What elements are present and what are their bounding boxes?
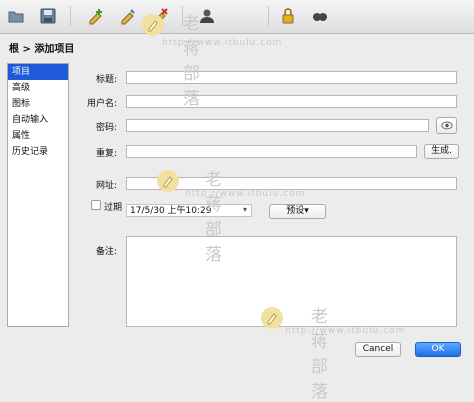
search-icon[interactable]	[308, 5, 332, 27]
watermark-url: http://www.itbulu.com	[285, 326, 406, 336]
breadcrumb: 根 > 添加项目	[9, 44, 75, 55]
password-label: 密码:	[95, 123, 117, 133]
folder-icon[interactable]	[4, 5, 28, 27]
delete-entry-icon[interactable]	[148, 5, 172, 27]
repeat-field[interactable]	[126, 145, 417, 158]
notes-label: 备注:	[95, 247, 117, 257]
expires-checkbox[interactable]	[91, 200, 101, 210]
chevron-down-icon[interactable]: ▾	[243, 205, 247, 214]
title-label: 标题:	[95, 75, 117, 85]
expires-date-field[interactable]: 17/5/30 上午10:29	[126, 204, 252, 217]
preset-button[interactable]: 预设▾	[269, 204, 326, 219]
edit-entry-icon[interactable]	[116, 5, 140, 27]
watermark-url: http://www.itbulu.com	[185, 189, 306, 199]
expires-label: 过期	[104, 203, 123, 213]
watermark-url: http://www.itbulu.com	[162, 38, 283, 48]
username-label: 用户名:	[86, 99, 117, 109]
notes-field[interactable]	[126, 236, 457, 327]
generate-button[interactable]: 生成.	[424, 144, 459, 159]
url-label: 网址:	[95, 181, 117, 191]
add-entry-icon[interactable]	[84, 5, 108, 27]
show-password-button[interactable]	[436, 117, 457, 134]
url-field[interactable]	[126, 177, 457, 190]
cancel-button[interactable]: Cancel	[355, 342, 401, 357]
lock-icon[interactable]	[276, 5, 300, 27]
show-password-icon	[440, 121, 453, 130]
ok-button[interactable]: OK	[415, 342, 461, 357]
title-field[interactable]	[126, 71, 457, 84]
repeat-label: 重复:	[95, 149, 117, 159]
toolbar	[0, 0, 474, 34]
save-icon[interactable]	[36, 5, 60, 27]
user-icon[interactable]	[195, 5, 219, 27]
password-field[interactable]	[126, 119, 429, 132]
username-field[interactable]	[126, 95, 457, 108]
